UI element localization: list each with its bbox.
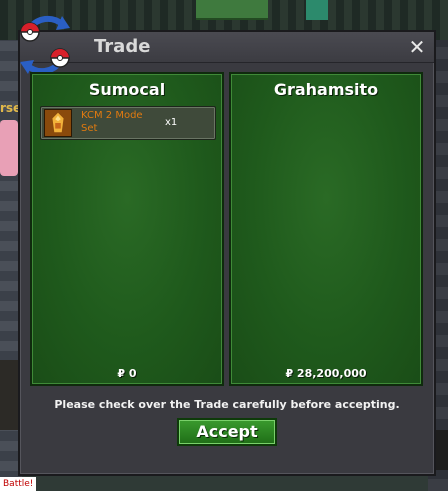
- trader-name-left: Sumocal: [88, 80, 166, 99]
- close-button[interactable]: ✕: [406, 36, 428, 58]
- player-sprite-left: [0, 120, 18, 176]
- trader-name-right: Grahamsito: [273, 80, 379, 99]
- trade-swap-icon: [20, 15, 70, 75]
- costume-item-icon: [44, 109, 72, 137]
- accept-button[interactable]: Accept: [177, 418, 277, 446]
- window-title: Trade: [94, 36, 151, 57]
- battle-label[interactable]: Battle!: [0, 477, 37, 491]
- title-bar[interactable]: Trade ✕: [20, 32, 434, 63]
- money-offer-left: ₽ 0: [117, 367, 137, 380]
- item-quantity: x1: [165, 117, 178, 128]
- npc-sprite-bottom-left: [0, 360, 18, 430]
- item-name: KCM 2 Mode Set: [81, 110, 143, 134]
- trade-item-slot[interactable]: KCM 2 Mode Set x1: [40, 106, 216, 140]
- trade-warning-text: Please check over the Trade carefully be…: [54, 398, 400, 411]
- trade-panel-self: Sumocal KCM 2 Mode Set x1 ₽ 0: [30, 72, 224, 386]
- npc-sprite-top-right: [306, 0, 328, 20]
- trade-window: Trade ✕ Sumocal KCM 2 Mode Set x1 ₽ 0 Gr…: [18, 15, 436, 476]
- money-offer-right: ₽ 28,200,000: [285, 367, 367, 380]
- npc-sprite-top: [196, 0, 268, 20]
- trade-panel-partner: Grahamsito ₽ 28,200,000: [229, 72, 423, 386]
